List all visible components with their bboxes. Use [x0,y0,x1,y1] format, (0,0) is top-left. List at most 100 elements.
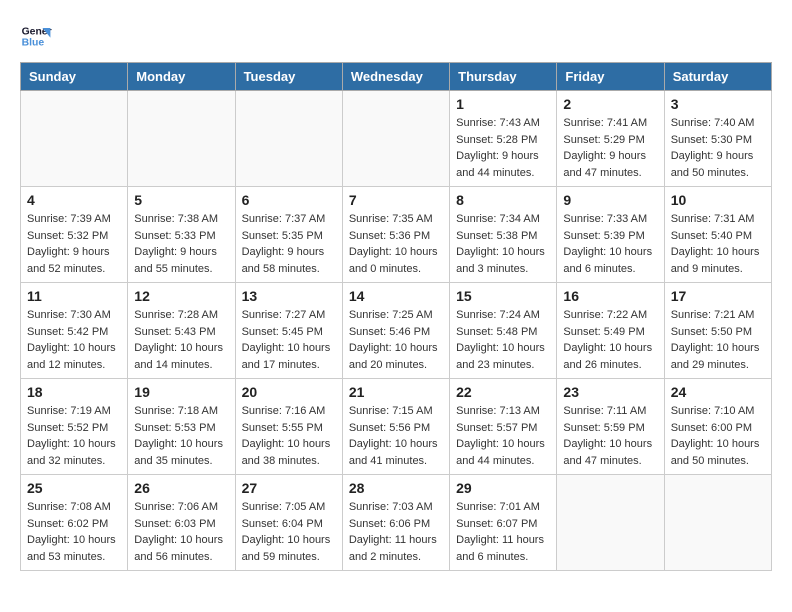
day-info: Sunrise: 7:03 AMSunset: 6:06 PMDaylight:… [349,499,443,565]
day-number: 3 [671,96,765,112]
calendar-cell: 7 Sunrise: 7:35 AMSunset: 5:36 PMDaylight… [342,187,449,283]
day-number: 1 [456,96,550,112]
calendar-cell: 10 Sunrise: 7:31 AMSunset: 5:40 PMDayligh… [664,187,771,283]
day-info: Sunrise: 7:21 AMSunset: 5:50 PMDaylight:… [671,307,765,373]
weekday-header-saturday: Saturday [664,63,771,91]
day-info: Sunrise: 7:16 AMSunset: 5:55 PMDaylight:… [242,403,336,469]
day-number: 12 [134,288,228,304]
day-number: 19 [134,384,228,400]
logo: General Blue [20,20,56,52]
day-number: 20 [242,384,336,400]
calendar-cell [557,475,664,571]
day-info: Sunrise: 7:22 AMSunset: 5:49 PMDaylight:… [563,307,657,373]
calendar-cell: 21 Sunrise: 7:15 AMSunset: 5:56 PMDayligh… [342,379,449,475]
logo-icon: General Blue [20,20,52,52]
day-number: 7 [349,192,443,208]
weekday-header-monday: Monday [128,63,235,91]
calendar-cell: 25 Sunrise: 7:08 AMSunset: 6:02 PMDayligh… [21,475,128,571]
day-info: Sunrise: 7:08 AMSunset: 6:02 PMDaylight:… [27,499,121,565]
day-info: Sunrise: 7:40 AMSunset: 5:30 PMDaylight:… [671,115,765,181]
day-number: 17 [671,288,765,304]
day-info: Sunrise: 7:13 AMSunset: 5:57 PMDaylight:… [456,403,550,469]
calendar-cell: 26 Sunrise: 7:06 AMSunset: 6:03 PMDayligh… [128,475,235,571]
calendar-cell: 17 Sunrise: 7:21 AMSunset: 5:50 PMDayligh… [664,283,771,379]
calendar-cell: 8 Sunrise: 7:34 AMSunset: 5:38 PMDaylight… [450,187,557,283]
calendar-week-row: 25 Sunrise: 7:08 AMSunset: 6:02 PMDayligh… [21,475,772,571]
day-number: 9 [563,192,657,208]
day-info: Sunrise: 7:24 AMSunset: 5:48 PMDaylight:… [456,307,550,373]
calendar-week-row: 4Sunrise: 7:39 AMSunset: 5:32 PMDaylight… [21,187,772,283]
day-info: Sunrise: 7:37 AMSunset: 5:35 PMDaylight:… [242,211,336,277]
day-info: Sunrise: 7:34 AMSunset: 5:38 PMDaylight:… [456,211,550,277]
calendar-cell: 29 Sunrise: 7:01 AMSunset: 6:07 PMDayligh… [450,475,557,571]
day-number: 16 [563,288,657,304]
calendar-cell: 16 Sunrise: 7:22 AMSunset: 5:49 PMDayligh… [557,283,664,379]
day-info: Sunrise: 7:33 AMSunset: 5:39 PMDaylight:… [563,211,657,277]
day-number: 11 [27,288,121,304]
day-info: Sunrise: 7:27 AMSunset: 5:45 PMDaylight:… [242,307,336,373]
day-number: 29 [456,480,550,496]
day-number: 15 [456,288,550,304]
day-number: 4 [27,192,121,208]
calendar-cell: 2 Sunrise: 7:41 AMSunset: 5:29 PMDaylight… [557,91,664,187]
day-info: Sunrise: 7:41 AMSunset: 5:29 PMDaylight:… [563,115,657,181]
calendar-week-row: 18 Sunrise: 7:19 AMSunset: 5:52 PMDayligh… [21,379,772,475]
calendar-cell: 4Sunrise: 7:39 AMSunset: 5:32 PMDaylight… [21,187,128,283]
calendar-header-row: SundayMondayTuesdayWednesdayThursdayFrid… [21,63,772,91]
calendar-cell: 9 Sunrise: 7:33 AMSunset: 5:39 PMDaylight… [557,187,664,283]
calendar-cell: 20 Sunrise: 7:16 AMSunset: 5:55 PMDayligh… [235,379,342,475]
day-number: 28 [349,480,443,496]
day-number: 5 [134,192,228,208]
day-number: 23 [563,384,657,400]
calendar-cell [128,91,235,187]
calendar-cell [21,91,128,187]
day-info: Sunrise: 7:10 AMSunset: 6:00 PMDaylight:… [671,403,765,469]
day-info: Sunrise: 7:35 AMSunset: 5:36 PMDaylight:… [349,211,443,277]
calendar-cell: 11 Sunrise: 7:30 AMSunset: 5:42 PMDayligh… [21,283,128,379]
day-number: 18 [27,384,121,400]
day-number: 27 [242,480,336,496]
calendar-week-row: 1Sunrise: 7:43 AMSunset: 5:28 PMDaylight… [21,91,772,187]
calendar-cell: 12Sunrise: 7:28 AMSunset: 5:43 PMDayligh… [128,283,235,379]
day-number: 10 [671,192,765,208]
calendar-cell: 18 Sunrise: 7:19 AMSunset: 5:52 PMDayligh… [21,379,128,475]
weekday-header-thursday: Thursday [450,63,557,91]
day-number: 2 [563,96,657,112]
day-info: Sunrise: 7:31 AMSunset: 5:40 PMDaylight:… [671,211,765,277]
calendar-cell: 3 Sunrise: 7:40 AMSunset: 5:30 PMDaylight… [664,91,771,187]
day-number: 14 [349,288,443,304]
day-info: Sunrise: 7:06 AMSunset: 6:03 PMDaylight:… [134,499,228,565]
day-number: 22 [456,384,550,400]
calendar-week-row: 11 Sunrise: 7:30 AMSunset: 5:42 PMDayligh… [21,283,772,379]
day-info: Sunrise: 7:38 AMSunset: 5:33 PMDaylight:… [134,211,228,277]
day-number: 25 [27,480,121,496]
calendar-cell [235,91,342,187]
day-number: 6 [242,192,336,208]
calendar-cell: 28 Sunrise: 7:03 AMSunset: 6:06 PMDayligh… [342,475,449,571]
day-info: Sunrise: 7:01 AMSunset: 6:07 PMDaylight:… [456,499,550,565]
calendar-cell: 15 Sunrise: 7:24 AMSunset: 5:48 PMDayligh… [450,283,557,379]
calendar-cell [342,91,449,187]
day-info: Sunrise: 7:25 AMSunset: 5:46 PMDaylight:… [349,307,443,373]
calendar-cell: 13 Sunrise: 7:27 AMSunset: 5:45 PMDayligh… [235,283,342,379]
calendar-cell: 19 Sunrise: 7:18 AMSunset: 5:53 PMDayligh… [128,379,235,475]
page-header: General Blue [20,20,772,52]
day-number: 8 [456,192,550,208]
day-number: 21 [349,384,443,400]
calendar-cell: 5 Sunrise: 7:38 AMSunset: 5:33 PMDaylight… [128,187,235,283]
weekday-header-tuesday: Tuesday [235,63,342,91]
calendar-cell: 23Sunrise: 7:11 AMSunset: 5:59 PMDayligh… [557,379,664,475]
day-number: 26 [134,480,228,496]
calendar-cell: 6 Sunrise: 7:37 AMSunset: 5:35 PMDaylight… [235,187,342,283]
calendar-cell: 1Sunrise: 7:43 AMSunset: 5:28 PMDaylight… [450,91,557,187]
day-info: Sunrise: 7:15 AMSunset: 5:56 PMDaylight:… [349,403,443,469]
day-info: Sunrise: 7:19 AMSunset: 5:52 PMDaylight:… [27,403,121,469]
calendar-table: SundayMondayTuesdayWednesdayThursdayFrid… [20,62,772,571]
weekday-header-friday: Friday [557,63,664,91]
calendar-cell: 24Sunrise: 7:10 AMSunset: 6:00 PMDayligh… [664,379,771,475]
calendar-cell [664,475,771,571]
day-number: 13 [242,288,336,304]
day-info: Sunrise: 7:18 AMSunset: 5:53 PMDaylight:… [134,403,228,469]
day-info: Sunrise: 7:30 AMSunset: 5:42 PMDaylight:… [27,307,121,373]
svg-text:Blue: Blue [22,38,45,49]
